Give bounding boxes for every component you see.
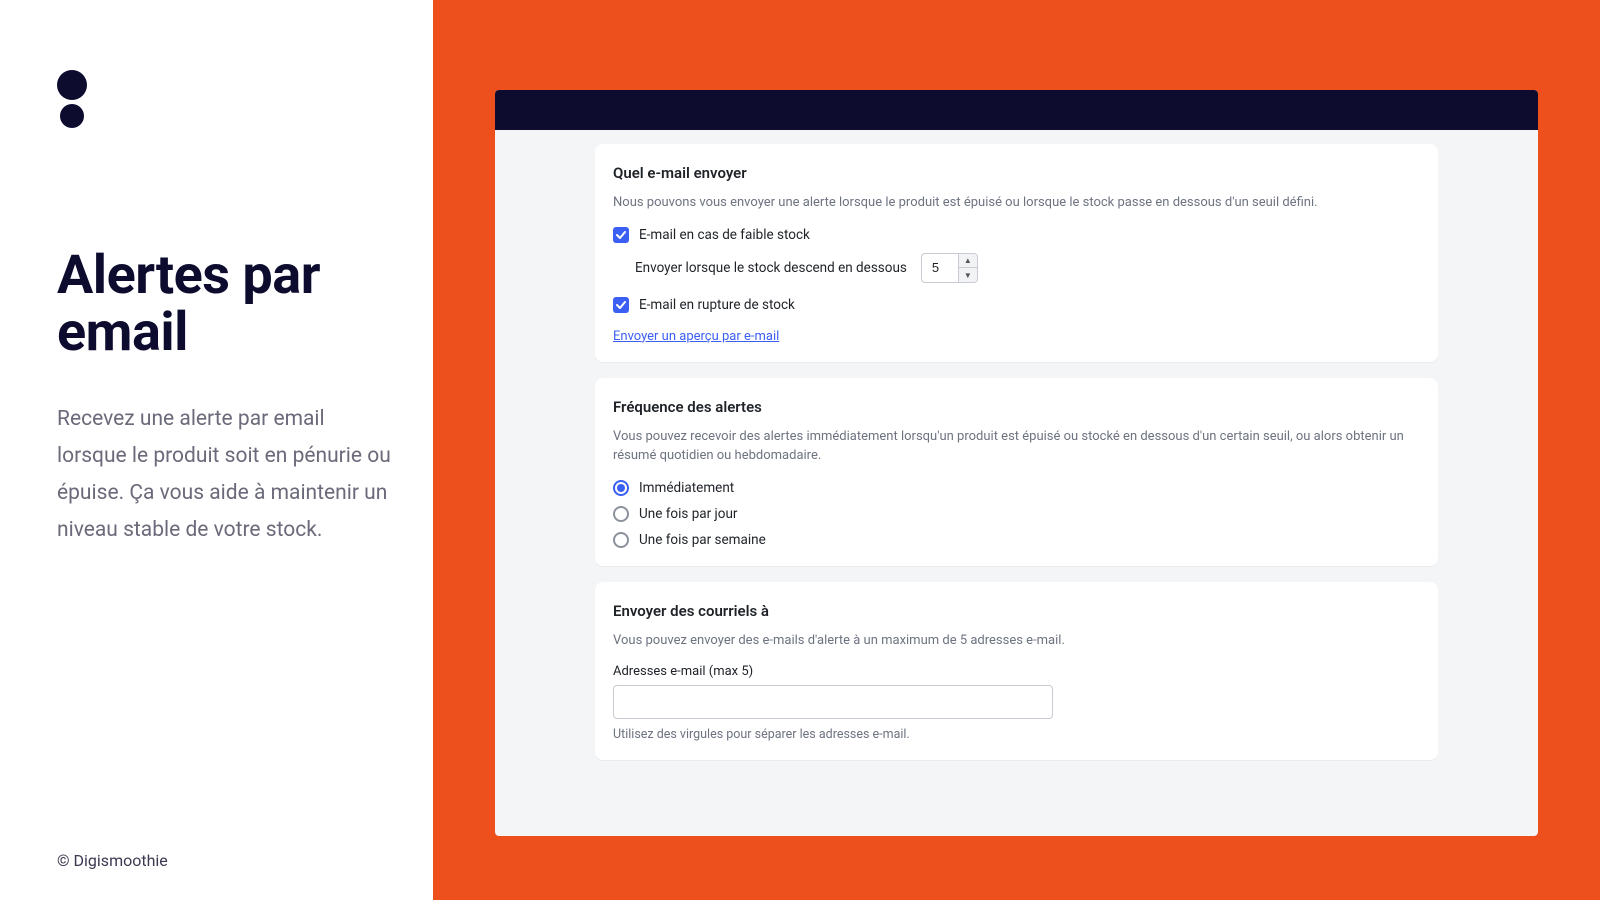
card-frequency: Fréquence des alertes Vous pouvez recevo… — [595, 378, 1438, 566]
threshold-input[interactable] — [922, 254, 958, 282]
checkbox-row-low-stock[interactable]: E-mail en cas de faible stock — [613, 227, 1420, 243]
send-preview-link[interactable]: Envoyer un aperçu par e-mail — [613, 329, 779, 344]
app-topbar — [495, 90, 1538, 130]
card-which-email: Quel e-mail envoyer Nous pouvons vous en… — [595, 144, 1438, 362]
threshold-row: Envoyer lorsque le stock descend en dess… — [635, 253, 1420, 283]
page-description: Recevez une alerte par email lorsque le … — [57, 401, 393, 548]
radio-unchecked-icon[interactable] — [613, 506, 629, 522]
card-recipients: Envoyer des courriels à Vous pouvez envo… — [595, 582, 1438, 761]
radio-label: Une fois par jour — [639, 506, 738, 522]
email-field-label: Adresses e-mail (max 5) — [613, 664, 1420, 679]
card-title: Envoyer des courriels à — [613, 602, 1420, 620]
radio-checked-icon[interactable] — [613, 480, 629, 496]
marketing-left-panel: Alertes par email Recevez une alerte par… — [0, 0, 433, 900]
showcase-right-panel: Quel e-mail envoyer Nous pouvons vous en… — [433, 0, 1600, 900]
checkbox-checked-icon[interactable] — [613, 297, 629, 313]
checkbox-label: E-mail en cas de faible stock — [639, 227, 810, 243]
card-subtitle: Vous pouvez envoyer des e-mails d'alerte… — [613, 632, 1420, 651]
card-title: Fréquence des alertes — [613, 398, 1420, 416]
logo-icon — [57, 70, 393, 128]
checkbox-label: E-mail en rupture de stock — [639, 297, 795, 313]
radio-label: Une fois par semaine — [639, 532, 766, 548]
radio-row-daily[interactable]: Une fois par jour — [613, 506, 1420, 522]
email-addresses-input[interactable] — [613, 685, 1053, 719]
radio-label: Immédiatement — [639, 480, 734, 496]
quantity-stepper[interactable]: ▲ ▼ — [921, 253, 978, 283]
page-headline: Alertes par email — [57, 248, 393, 361]
checkbox-checked-icon[interactable] — [613, 227, 629, 243]
app-body: Quel e-mail envoyer Nous pouvons vous en… — [495, 130, 1538, 836]
radio-unchecked-icon[interactable] — [613, 532, 629, 548]
card-subtitle: Nous pouvons vous envoyer une alerte lor… — [613, 194, 1420, 213]
card-subtitle: Vous pouvez recevoir des alertes immédia… — [613, 428, 1420, 466]
copyright-footer: © Digismoothie — [57, 851, 168, 870]
radio-row-weekly[interactable]: Une fois par semaine — [613, 532, 1420, 548]
radio-row-immediate[interactable]: Immédiatement — [613, 480, 1420, 496]
threshold-label: Envoyer lorsque le stock descend en dess… — [635, 260, 907, 276]
stepper-up-icon[interactable]: ▲ — [959, 254, 977, 269]
checkbox-row-out-of-stock[interactable]: E-mail en rupture de stock — [613, 297, 1420, 313]
stepper-down-icon[interactable]: ▼ — [959, 268, 977, 282]
card-title: Quel e-mail envoyer — [613, 164, 1420, 182]
email-field-hint: Utilisez des virgules pour séparer les a… — [613, 727, 1420, 742]
app-window: Quel e-mail envoyer Nous pouvons vous en… — [495, 90, 1538, 836]
